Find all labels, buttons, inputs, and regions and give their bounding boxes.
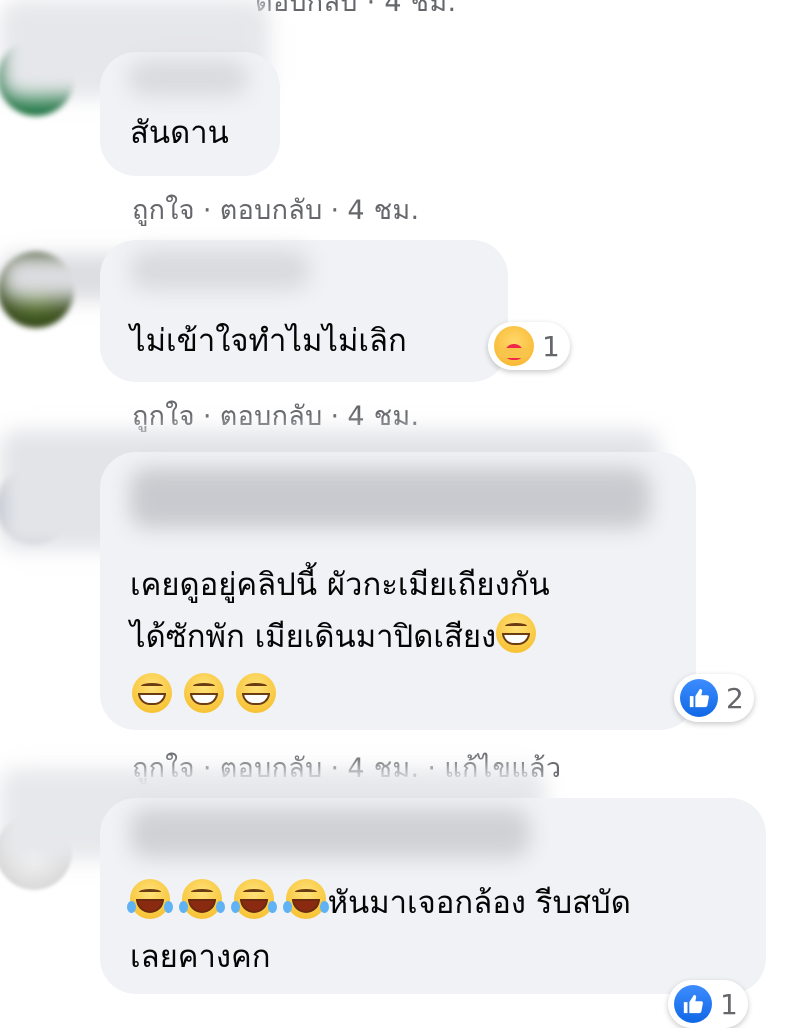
blurred-author[interactable] <box>130 808 530 858</box>
like-icon <box>674 985 712 1023</box>
reaction-summary[interactable]: 1 <box>668 980 748 1028</box>
like-action[interactable]: ถูกใจ <box>132 195 195 226</box>
cut-off-actions: ตอบกลับ · 4 ชม. <box>255 0 457 18</box>
comment-text: เลยคางคก <box>130 939 271 975</box>
comment-text: สันดาน <box>130 115 229 151</box>
laughing-tears-emoji-icon <box>230 879 277 919</box>
comment-text-line: ได้ซักพัก เมียเดินมาปิดเสียง <box>130 619 497 655</box>
grinning-emoji-icon <box>183 673 224 713</box>
reaction-count: 2 <box>726 681 744 715</box>
reply-action[interactable]: ตอบกลับ <box>220 195 323 226</box>
timestamp[interactable]: 4 ชม. <box>347 195 419 226</box>
separator: · <box>330 195 340 226</box>
separator: · <box>202 195 212 226</box>
grinning-emoji-icon <box>132 673 172 713</box>
comment-text: เคยดูอยู่คลิปนี้ ผัวกะเมียเถียงกัน <box>130 567 550 603</box>
laughing-tears-emoji-icon <box>178 879 225 919</box>
comment-text-line: หันมาเจอกล้อง รีบสบัด <box>327 885 631 921</box>
blurred-author[interactable] <box>128 60 248 96</box>
like-icon <box>680 679 718 717</box>
grinning-emoji-icon <box>235 673 276 713</box>
like-action[interactable]: ถูกใจ <box>132 401 195 432</box>
laughing-tears-emoji-icon <box>282 879 329 919</box>
care-icon <box>494 326 534 366</box>
grinning-emoji-icon <box>496 613 537 653</box>
reply-action[interactable]: ตอบกลับ <box>220 401 323 432</box>
reaction-count: 1 <box>720 987 738 1021</box>
laughing-tears-emoji-icon <box>127 879 173 919</box>
blurred-author[interactable] <box>130 468 650 528</box>
comment-text: ได้ซักพัก เมียเดินมาปิดเสียง <box>130 612 538 662</box>
reaction-summary[interactable]: 1 <box>488 322 570 370</box>
timestamp[interactable]: 4 ชม. <box>347 401 419 432</box>
separator: · <box>330 401 340 432</box>
comment-actions: ถูกใจ · ตอบกลับ · 4 ชม. <box>132 188 419 231</box>
separator: · <box>202 401 212 432</box>
blurred-author[interactable] <box>130 250 310 290</box>
comment-text: ไม่เข้าใจทำไมไม่เลิก <box>130 323 407 359</box>
comment-text: หันมาเจอกล้อง รีบสบัด <box>127 878 631 928</box>
reaction-count: 1 <box>542 329 560 363</box>
reaction-summary[interactable]: 2 <box>674 674 754 722</box>
emoji-line <box>132 672 278 722</box>
